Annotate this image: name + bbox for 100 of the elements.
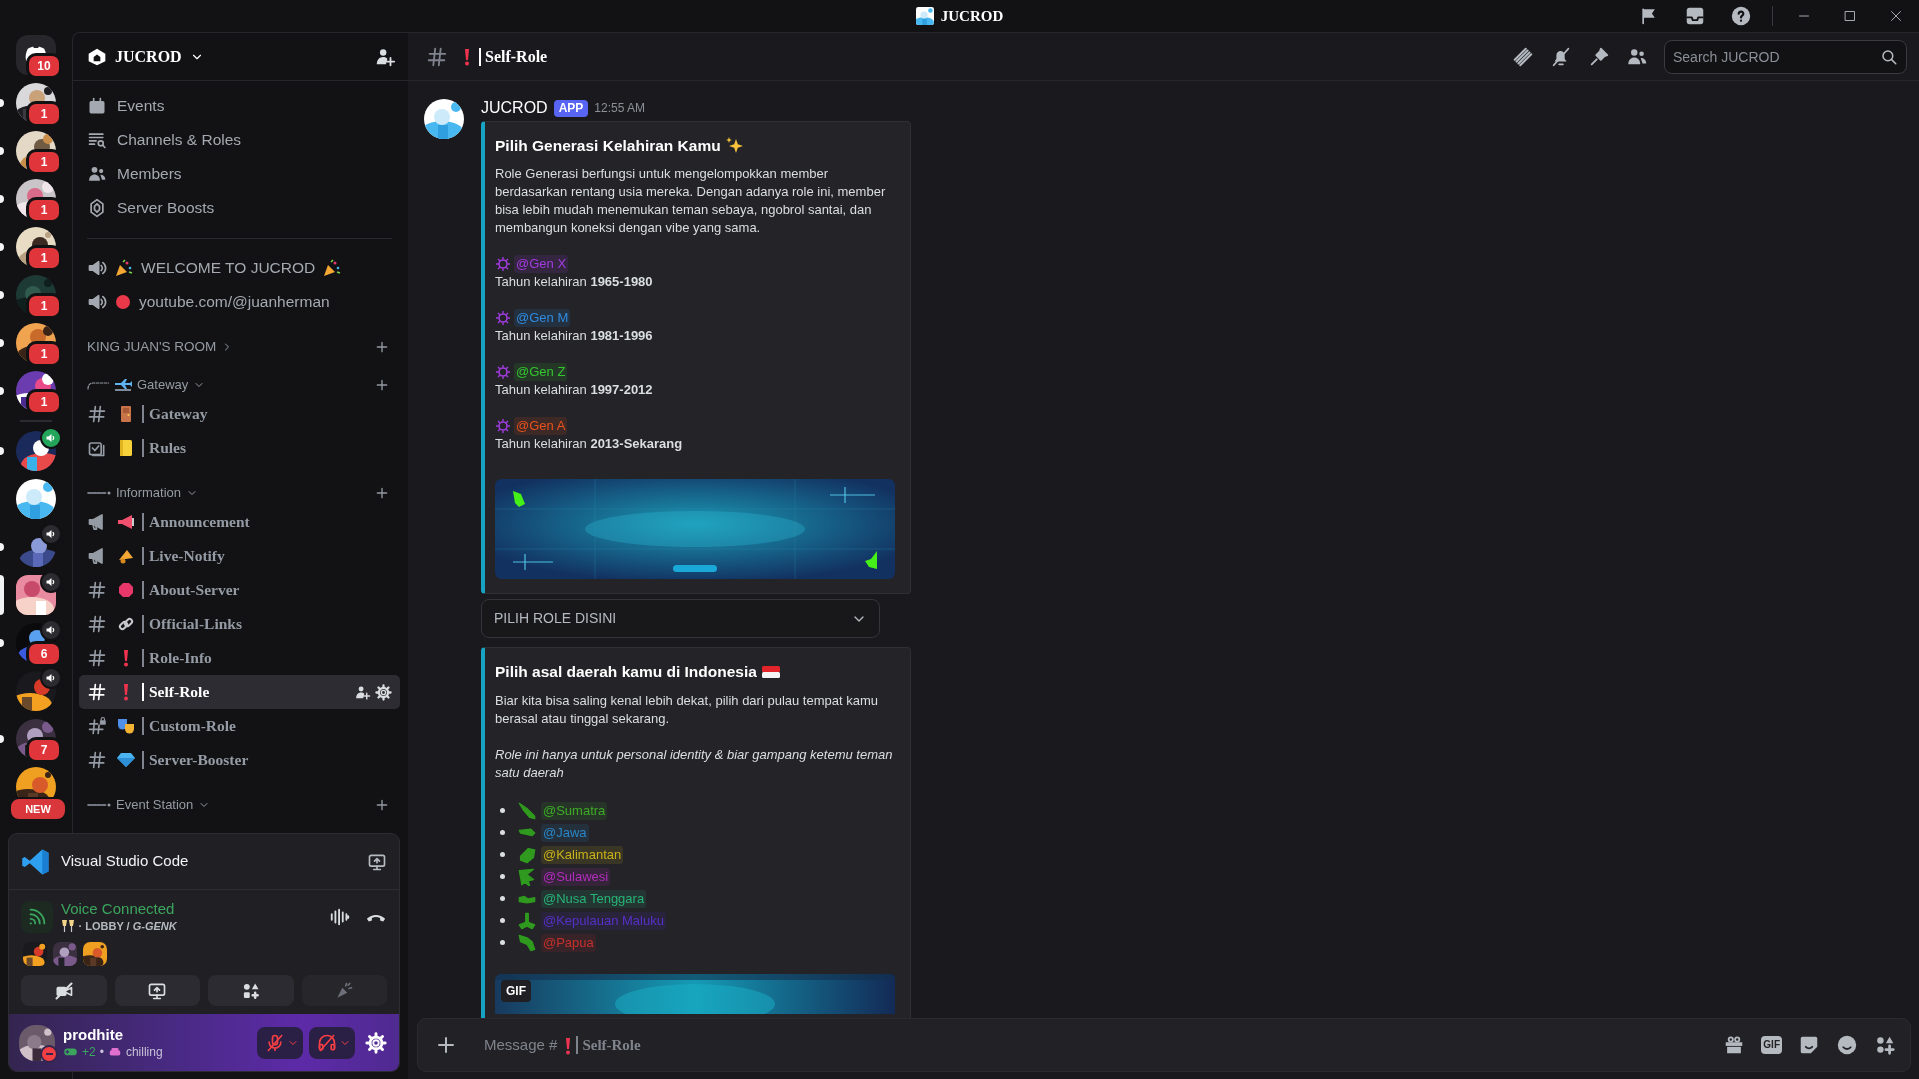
role-mention[interactable]: @Gen Z bbox=[514, 363, 568, 382]
activity-count: +2 bbox=[82, 1043, 96, 1060]
octagon-icon bbox=[118, 582, 134, 598]
drinks-icon bbox=[61, 919, 75, 933]
channel-item[interactable]: Official-Links bbox=[79, 607, 400, 641]
bullet-dot bbox=[500, 896, 505, 901]
channel-item[interactable]: Gateway bbox=[79, 397, 400, 431]
bullet-dot bbox=[500, 940, 505, 945]
help-icon[interactable] bbox=[1730, 5, 1752, 27]
island-icon bbox=[518, 911, 536, 930]
screen-share-button[interactable] bbox=[114, 975, 200, 1006]
settings-icon[interactable] bbox=[375, 683, 392, 701]
text-channel-icon bbox=[87, 682, 107, 702]
island-icon bbox=[518, 845, 536, 864]
role-mention[interactable]: @Jawa bbox=[541, 823, 589, 842]
inbox-icon[interactable] bbox=[1684, 5, 1706, 27]
timestamp: 12:55 AM bbox=[594, 100, 646, 117]
exclamation-icon bbox=[463, 48, 471, 67]
noise-wave-icon[interactable] bbox=[329, 906, 351, 928]
role-mention[interactable]: @Gen M bbox=[514, 309, 571, 328]
activity-name: Visual Studio Code bbox=[61, 851, 189, 872]
screen-share-icon[interactable] bbox=[367, 852, 387, 873]
microphone-muted-icon bbox=[265, 1032, 285, 1053]
boost-icon bbox=[87, 198, 107, 218]
role-mention[interactable]: @Gen A bbox=[514, 417, 568, 436]
channel-item[interactable]: Self-Role bbox=[79, 675, 400, 709]
notification-badge: 1 bbox=[26, 197, 62, 223]
channel-item[interactable]: Server-Booster bbox=[79, 743, 400, 777]
stage-channel-icon bbox=[87, 292, 107, 312]
emoji-icon[interactable] bbox=[1836, 1034, 1858, 1056]
menu-item[interactable]: Members bbox=[79, 157, 400, 191]
author-name[interactable]: JUCROD bbox=[481, 96, 548, 120]
channel-item[interactable]: Live-Notify bbox=[79, 539, 400, 573]
notification-badge: 1 bbox=[26, 389, 62, 415]
add-channel-icon[interactable] bbox=[374, 377, 390, 393]
role-mention[interactable]: @Kalimantan bbox=[541, 845, 624, 864]
exclamation-icon bbox=[122, 649, 130, 667]
megaphone-icon bbox=[117, 514, 135, 530]
search-icon[interactable] bbox=[1880, 47, 1898, 66]
channel-name-placeholder: Self-Role bbox=[576, 1036, 641, 1054]
branch-line-icon bbox=[87, 380, 109, 390]
custom-status: chilling bbox=[125, 1043, 163, 1060]
notifications-muted-icon[interactable] bbox=[1550, 45, 1572, 68]
notification-badge: 6 bbox=[26, 641, 62, 667]
notification-badge: 1 bbox=[26, 245, 62, 271]
menu-item[interactable]: Server Boosts bbox=[79, 191, 400, 225]
add-channel-icon[interactable] bbox=[374, 485, 390, 501]
mute-button[interactable] bbox=[257, 1026, 303, 1059]
gif-button[interactable]: GIF bbox=[1761, 1036, 1782, 1054]
threads-icon[interactable] bbox=[1512, 45, 1534, 68]
text-channel-icon bbox=[87, 580, 107, 600]
exclamation-icon bbox=[122, 683, 130, 701]
door-icon bbox=[118, 405, 134, 423]
notification-badge: 1 bbox=[26, 101, 62, 127]
voice-status: Voice Connected bbox=[61, 900, 176, 918]
deafen-button[interactable] bbox=[309, 1026, 355, 1059]
add-channel-icon[interactable] bbox=[374, 339, 390, 355]
bullet-dot bbox=[500, 918, 505, 923]
category-header[interactable]: Gateway bbox=[87, 375, 206, 395]
channel-item[interactable]: WELCOME TO JUCROD bbox=[79, 251, 400, 285]
camera-button[interactable] bbox=[21, 975, 107, 1006]
role-icon bbox=[495, 418, 511, 435]
notification-badge: 1 bbox=[26, 149, 62, 175]
airplane-icon bbox=[114, 378, 132, 392]
message-input[interactable]: Message # Self-Role GIF bbox=[417, 1018, 1911, 1072]
gem-icon bbox=[117, 752, 135, 768]
bullet-dot bbox=[500, 874, 505, 879]
members-icon bbox=[87, 164, 107, 184]
apps-icon[interactable] bbox=[1874, 1034, 1896, 1056]
add-channel-icon[interactable] bbox=[374, 797, 390, 813]
headphones-muted-icon bbox=[317, 1032, 337, 1053]
category-header[interactable]: Information bbox=[87, 483, 199, 503]
channel-item[interactable]: youtube.com/@juanherman bbox=[79, 285, 400, 319]
role-description: Tahun kelahiran 1997-2012 bbox=[495, 381, 654, 400]
bullet-dot bbox=[500, 808, 505, 813]
message-placeholder[interactable]: Message # bbox=[484, 1033, 558, 1057]
role-description: Tahun kelahiran 2013-Sekarang bbox=[495, 435, 684, 454]
channel-item[interactable]: Custom-Role bbox=[79, 709, 400, 743]
locked-channel-icon bbox=[87, 716, 107, 736]
channel-item[interactable]: About-Server bbox=[79, 573, 400, 607]
category-header[interactable]: Event Station bbox=[87, 795, 211, 815]
category-header[interactable]: KING JUAN'S ROOM bbox=[87, 336, 234, 358]
server-name-button[interactable]: JUCROD bbox=[87, 44, 204, 69]
sticker-icon[interactable] bbox=[1798, 1034, 1820, 1056]
role-mention[interactable]: @Nusa Tenggara bbox=[541, 889, 647, 908]
party-popper-icon bbox=[323, 259, 342, 277]
activities-button[interactable] bbox=[208, 975, 294, 1006]
settings-icon bbox=[365, 1031, 387, 1054]
search-field[interactable]: Search JUCROD bbox=[1664, 39, 1907, 74]
channel-item[interactable]: Role-Info bbox=[79, 641, 400, 675]
select-menu[interactable]: PILIH ROLE DISINI bbox=[481, 599, 880, 639]
channel-item[interactable]: Announcement bbox=[79, 505, 400, 539]
role-mention[interactable]: @Sumatra bbox=[541, 801, 608, 820]
circle-icon bbox=[115, 294, 131, 310]
channel-item[interactable]: Rules bbox=[79, 431, 400, 465]
dash-line-icon bbox=[87, 490, 111, 496]
pin-icon[interactable] bbox=[1588, 45, 1610, 68]
bullet-dot bbox=[500, 830, 505, 835]
menu-item[interactable]: Channels & Roles bbox=[79, 123, 400, 157]
menu-item[interactable]: Events bbox=[79, 89, 400, 123]
